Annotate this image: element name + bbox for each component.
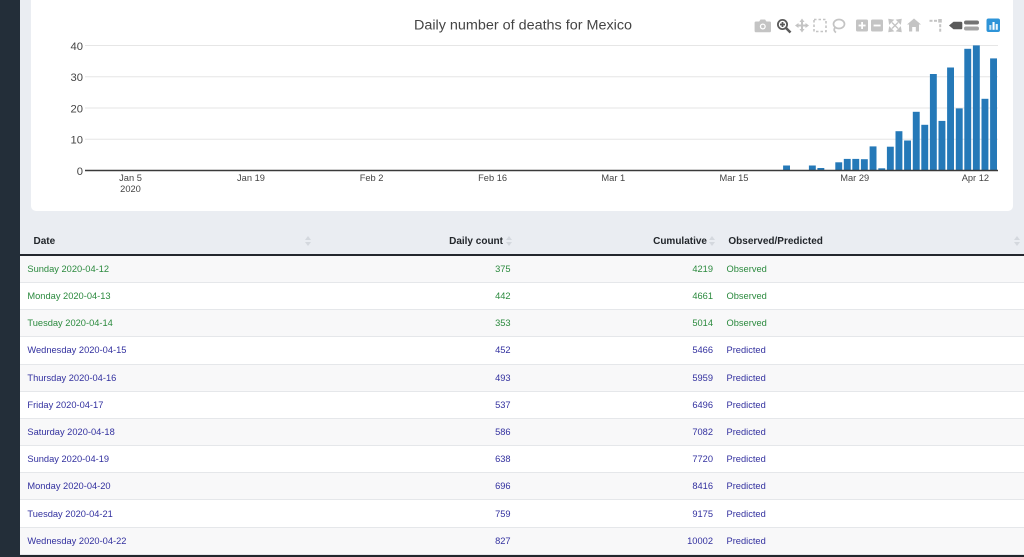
svg-text:Feb 2: Feb 2 [360, 173, 384, 183]
svg-text:Jan 19: Jan 19 [237, 173, 265, 183]
svg-text:Mar 1: Mar 1 [601, 173, 625, 183]
svg-text:20: 20 [71, 103, 83, 115]
svg-text:Feb 16: Feb 16 [478, 173, 507, 183]
svg-text:10: 10 [71, 135, 83, 147]
svg-text:Jan 5: Jan 5 [119, 173, 142, 183]
svg-text:30: 30 [71, 72, 83, 84]
svg-text:Mar 29: Mar 29 [840, 173, 869, 183]
svg-text:0: 0 [77, 166, 83, 178]
svg-text:40: 40 [71, 41, 83, 53]
svg-text:2020: 2020 [120, 184, 141, 194]
svg-text:Mar 15: Mar 15 [720, 173, 749, 183]
svg-text:Apr 12: Apr 12 [962, 173, 989, 183]
svg-text:Daily number of deaths for Mex: Daily number of deaths for Mexico [414, 18, 632, 34]
